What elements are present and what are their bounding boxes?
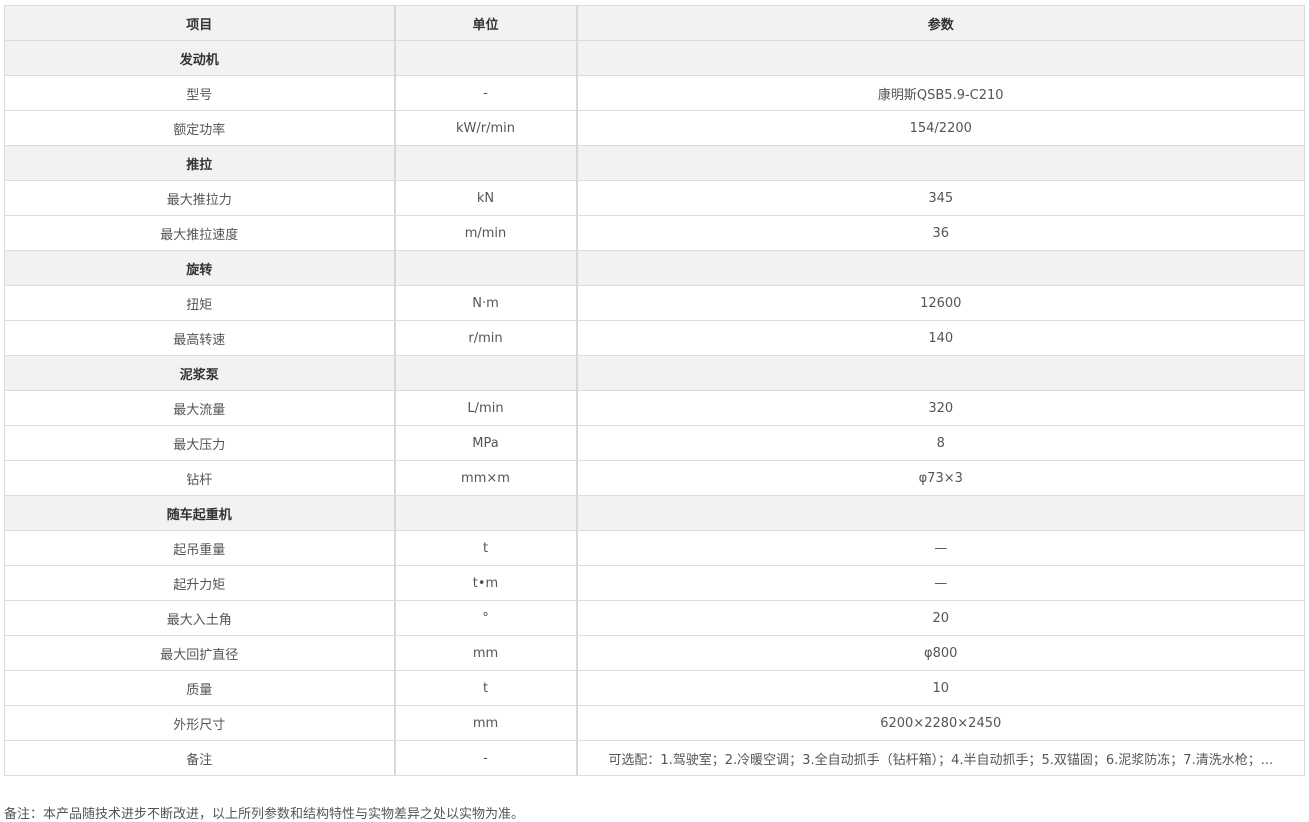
section-empty-cell (576, 495, 1305, 531)
section-title: 推拉 (4, 145, 396, 181)
spec-table-body: 发动机 型号 - 康明斯QSB5.9-C210 额定功率 kW/r/min 154/2200… (4, 40, 1305, 776)
section-empty-cell (576, 145, 1305, 181)
table-row: 备注 - 可选配：1.驾驶室；2.冷暖空调；3.全自动抓手（钻杆箱）；4.半自动抓手… (4, 740, 1305, 776)
cell-item: 最高转速 (4, 320, 396, 356)
section-row: 泥浆泵 (4, 355, 1305, 391)
cell-unit: L/min (394, 390, 578, 426)
section-empty-cell (576, 40, 1305, 76)
footnote: 备注：本产品随技术进步不断改进，以上所列参数和结构特性与实物差异之处以实物为准。 (4, 807, 525, 822)
section-empty-cell (394, 250, 578, 286)
section-row: 推拉 (4, 145, 1305, 181)
cell-value: — (576, 565, 1305, 601)
cell-item: 钻杆 (4, 460, 396, 496)
cell-unit: kN (394, 180, 578, 216)
cell-item: 外形尺寸 (4, 705, 396, 741)
spec-table: 项目 单位 参数 发动机 型号 - 康明斯QSB5.9-C210 额定功率 kW/r/mi… (4, 5, 1305, 776)
section-row: 发动机 (4, 40, 1305, 76)
header-value: 参数 (576, 5, 1305, 41)
table-row: 起吊重量 t — (4, 530, 1305, 566)
section-title: 泥浆泵 (4, 355, 396, 391)
cell-unit: - (394, 75, 578, 111)
table-row: 外形尺寸 mm 6200×2280×2450 (4, 705, 1305, 741)
section-empty-cell (394, 145, 578, 181)
cell-unit: N·m (394, 285, 578, 321)
cell-item: 最大推拉速度 (4, 215, 396, 251)
table-row: 最高转速 r/min 140 (4, 320, 1305, 356)
section-empty-cell (394, 355, 578, 391)
section-row: 随车起重机 (4, 495, 1305, 531)
table-row: 最大入土角 ° 20 (4, 600, 1305, 636)
cell-value: 140 (576, 320, 1305, 356)
section-empty-cell (394, 40, 578, 76)
table-row: 最大回扩直径 mm φ800 (4, 635, 1305, 671)
table-row: 最大推拉速度 m/min 36 (4, 215, 1305, 251)
cell-unit: ° (394, 600, 578, 636)
cell-unit: MPa (394, 425, 578, 461)
section-title: 发动机 (4, 40, 396, 76)
section-empty-cell (576, 250, 1305, 286)
cell-item: 型号 (4, 75, 396, 111)
table-row: 最大流量 L/min 320 (4, 390, 1305, 426)
cell-unit: mm (394, 705, 578, 741)
cell-value: — (576, 530, 1305, 566)
cell-value: 12600 (576, 285, 1305, 321)
cell-value: 154/2200 (576, 110, 1305, 146)
cell-unit: mm×m (394, 460, 578, 496)
cell-item: 最大回扩直径 (4, 635, 396, 671)
header-unit: 单位 (394, 5, 578, 41)
cell-value: 6200×2280×2450 (576, 705, 1305, 741)
cell-value: φ800 (576, 635, 1305, 671)
cell-value: 320 (576, 390, 1305, 426)
cell-value: 10 (576, 670, 1305, 706)
cell-item: 最大压力 (4, 425, 396, 461)
cell-unit: r/min (394, 320, 578, 356)
table-row: 最大推拉力 kN 345 (4, 180, 1305, 216)
table-row: 质量 t 10 (4, 670, 1305, 706)
table-header-row: 项目 单位 参数 (4, 5, 1305, 41)
section-empty-cell (576, 355, 1305, 391)
cell-value: 康明斯QSB5.9-C210 (576, 75, 1305, 111)
cell-value: 20 (576, 600, 1305, 636)
cell-item: 质量 (4, 670, 396, 706)
cell-item: 备注 (4, 740, 396, 776)
cell-unit: kW/r/min (394, 110, 578, 146)
cell-item: 扭矩 (4, 285, 396, 321)
cell-item: 最大入土角 (4, 600, 396, 636)
table-row: 钻杆 mm×m φ73×3 (4, 460, 1305, 496)
cell-unit: t (394, 530, 578, 566)
cell-unit: m/min (394, 215, 578, 251)
table-row: 最大压力 MPa 8 (4, 425, 1305, 461)
cell-unit: mm (394, 635, 578, 671)
cell-unit: t•m (394, 565, 578, 601)
cell-value: 8 (576, 425, 1305, 461)
cell-item: 最大推拉力 (4, 180, 396, 216)
section-row: 旋转 (4, 250, 1305, 286)
cell-item: 起吊重量 (4, 530, 396, 566)
cell-value: 36 (576, 215, 1305, 251)
header-item: 项目 (4, 5, 396, 41)
cell-value: 可选配：1.驾驶室；2.冷暖空调；3.全自动抓手（钻杆箱）；4.半自动抓手；5.… (576, 740, 1305, 776)
cell-item: 起升力矩 (4, 565, 396, 601)
cell-item: 最大流量 (4, 390, 396, 426)
cell-value: φ73×3 (576, 460, 1305, 496)
table-row: 扭矩 N·m 12600 (4, 285, 1305, 321)
table-row: 起升力矩 t•m — (4, 565, 1305, 601)
cell-item: 额定功率 (4, 110, 396, 146)
cell-unit: t (394, 670, 578, 706)
table-row: 型号 - 康明斯QSB5.9-C210 (4, 75, 1305, 111)
section-title: 旋转 (4, 250, 396, 286)
section-title: 随车起重机 (4, 495, 396, 531)
section-empty-cell (394, 495, 578, 531)
table-row: 额定功率 kW/r/min 154/2200 (4, 110, 1305, 146)
cell-unit: - (394, 740, 578, 776)
cell-value: 345 (576, 180, 1305, 216)
